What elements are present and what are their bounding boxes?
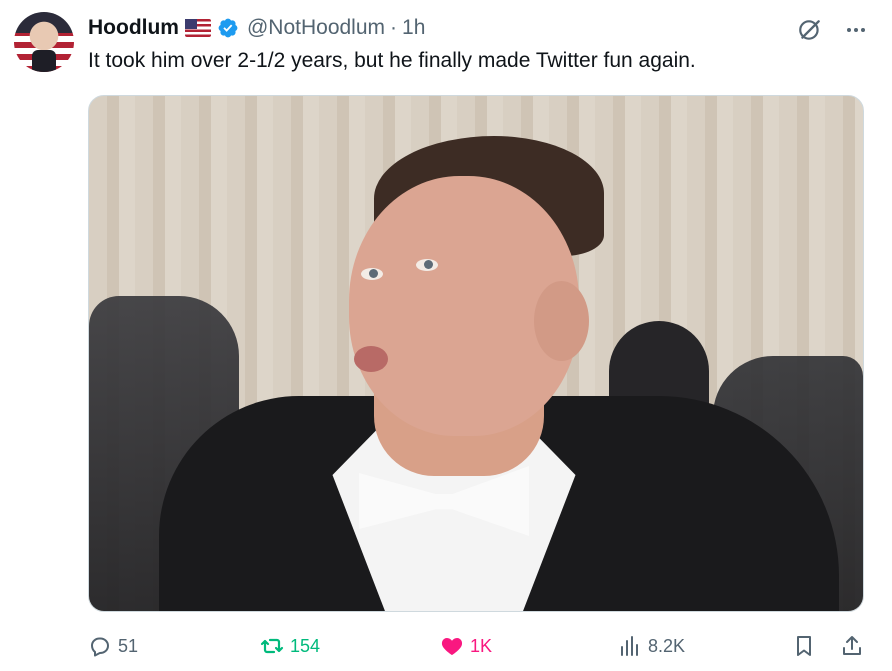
header-separator: · [390, 16, 398, 39]
share-button[interactable] [840, 630, 864, 662]
bookmark-icon [797, 636, 811, 656]
grok-icon[interactable] [796, 16, 824, 44]
author-name[interactable]: Hoodlum [88, 16, 179, 40]
like-button[interactable]: 1K [440, 630, 492, 662]
share-icon [843, 636, 861, 655]
tweet: Hoodlum @NotHoodlum · 1h It took him ove… [0, 0, 892, 671]
like-count: 1K [470, 635, 493, 656]
verified-badge-icon[interactable] [217, 17, 239, 39]
reply-count: 51 [118, 635, 139, 656]
reply-button[interactable]: 51 [88, 630, 138, 662]
tweet-text: It took him over 2-1/2 years, but he fin… [88, 49, 696, 72]
more-options-icon[interactable] [842, 16, 870, 44]
heart-icon [441, 638, 463, 655]
ear [534, 281, 589, 361]
retweet-button[interactable]: 154 [260, 630, 320, 662]
us-flag-icon [184, 19, 211, 37]
retweet-count: 154 [290, 635, 321, 656]
left-eye [361, 268, 383, 280]
bookmark-button[interactable] [792, 630, 816, 662]
tweet-time[interactable]: 1h [402, 16, 425, 40]
author-handle[interactable]: @NotHoodlum [247, 16, 385, 40]
analytics-icon [621, 636, 638, 656]
action-bar: 51 154 1K 8.2K [88, 630, 868, 662]
views-button[interactable]: 8.2K [618, 630, 685, 662]
avatar[interactable] [14, 12, 74, 72]
pursed-lips [354, 346, 388, 372]
retweet-icon [260, 638, 284, 654]
top-actions [796, 16, 870, 44]
reply-icon [91, 637, 109, 657]
right-eye [416, 259, 438, 271]
tweet-photo[interactable] [88, 95, 864, 612]
view-count: 8.2K [648, 635, 686, 656]
tweet-header: Hoodlum @NotHoodlum · 1h [88, 14, 425, 42]
